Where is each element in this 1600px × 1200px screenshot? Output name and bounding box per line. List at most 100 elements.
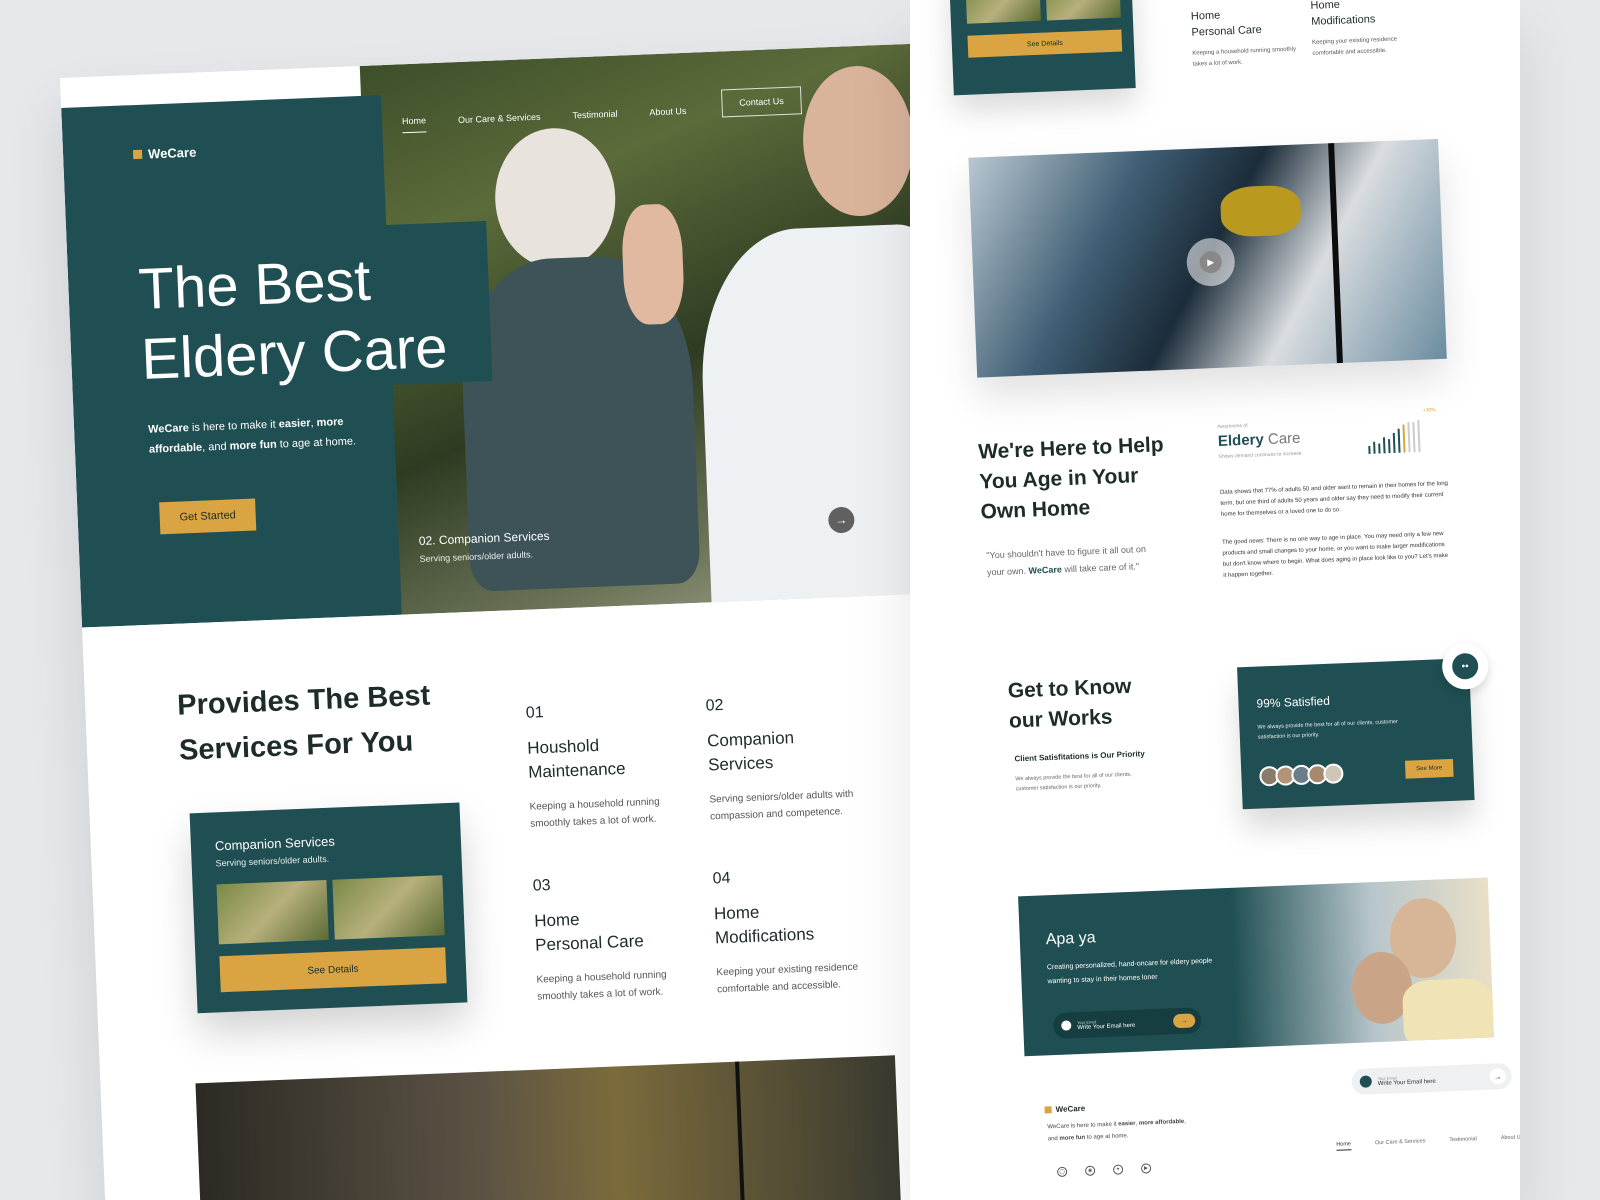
- works-title-line2: our Works: [1008, 705, 1113, 733]
- nav-home[interactable]: Home: [401, 115, 427, 134]
- footer-email-input[interactable]: Your Email Write Your Email here →: [1351, 1062, 1513, 1096]
- service-name-line: Modifications: [1310, 13, 1376, 28]
- card-title: Companion Services: [214, 833, 336, 854]
- nav-services[interactable]: Our Care & Services: [458, 111, 541, 130]
- growth-bars-icon: [1367, 419, 1421, 454]
- satisfaction-card: 99% Satisfied We always provide the best…: [1237, 658, 1475, 810]
- hero-section: WeCare Home Our Care & Services Testimon…: [60, 43, 952, 628]
- service-name-line: Maintenance: [527, 758, 626, 782]
- service-number: 03: [532, 876, 551, 895]
- service-item[interactable]: 03 HomePersonal Care Keeping a household…: [1190, 0, 1303, 71]
- arrow-right-icon[interactable]: →: [1172, 1013, 1196, 1029]
- growth-percent: +30%: [1422, 407, 1436, 414]
- dribbble-icon[interactable]: ◉: [1084, 1165, 1096, 1176]
- see-details-button[interactable]: See Details: [219, 947, 447, 993]
- help-title: We're Here to Help You Age in Your Own H…: [977, 433, 1165, 524]
- services-title: Provides The Best Services For You: [176, 672, 479, 774]
- awareness-stat: Awareness of Eldery Care Shows demand co…: [1217, 421, 1301, 460]
- desc-part: is here to make it: [188, 418, 279, 435]
- newsletter-banner: Apa ya Creating personalized, hand-oncar…: [1018, 877, 1495, 1057]
- satisfaction-desc: We always provide the best for all of ou…: [1257, 719, 1399, 741]
- service-name-line: Personal Care: [534, 931, 645, 955]
- desc-part: to age at home.: [1085, 1133, 1129, 1141]
- card-subtitle: Serving seniors/older adults.: [215, 853, 330, 869]
- avatar: [1322, 763, 1344, 785]
- service-desc: Keeping a household running smoothly tak…: [1192, 46, 1297, 68]
- service-name: Home Personal Care: [1191, 4, 1302, 40]
- logo[interactable]: WeCare: [132, 145, 197, 163]
- service-desc: Keeping a household running smoothly tak…: [536, 969, 667, 1003]
- works-title-line1: Get to Know: [1007, 674, 1132, 703]
- bar: [1378, 443, 1381, 454]
- glove-shape: [1219, 184, 1302, 238]
- service-name-line: Home: [1310, 0, 1341, 12]
- hero-title-line2: Eldery Care: [140, 314, 449, 392]
- contact-us-button[interactable]: Contact Us: [720, 86, 803, 118]
- see-details-button[interactable]: See Details: [967, 29, 1123, 58]
- hero-title: The Best Eldery Care: [137, 240, 522, 395]
- nav-about[interactable]: About Us: [649, 105, 687, 122]
- bar: [1407, 422, 1411, 453]
- banner-title: Apa ya: [1045, 929, 1096, 949]
- elderly-couple-photo: [1318, 888, 1495, 1051]
- service-name-line: Home: [713, 902, 760, 924]
- email-field-text: Your Email Write Your Email here: [1378, 1073, 1436, 1087]
- service-name: Home Modifications: [1310, 0, 1421, 30]
- service-number: 02: [705, 696, 724, 715]
- service-name-line: Services: [707, 752, 774, 775]
- awareness-title: Eldery Care: [1218, 430, 1302, 450]
- desc-bold: more affordable: [1138, 1118, 1185, 1127]
- footer-nav-home[interactable]: Home: [1336, 1141, 1352, 1151]
- video-player[interactable]: ▶: [968, 138, 1447, 378]
- service-desc: Keeping your existing residence comforta…: [716, 961, 859, 996]
- footer-logo[interactable]: WeCare: [1044, 1104, 1085, 1115]
- chat-bubble-icon[interactable]: ••: [1441, 642, 1490, 691]
- companion-services-card-small: See Details: [948, 0, 1136, 96]
- service-name-line: Home: [1190, 9, 1221, 23]
- service-item[interactable]: 01 Houshold Maintenance Keeping a househo…: [526, 698, 691, 832]
- email-input[interactable]: Your Email Write Your Email here →: [1052, 1007, 1202, 1040]
- services-title-line2: Services For You: [178, 725, 414, 767]
- shirt: [1401, 977, 1495, 1051]
- bar: [1412, 422, 1416, 453]
- footer-nav-about[interactable]: About Us: [1501, 1134, 1520, 1144]
- works-description: We always provide the best for all of ou…: [1015, 771, 1132, 793]
- mail-icon: [1061, 1020, 1072, 1031]
- footer-nav-services[interactable]: Our Care & Services: [1375, 1138, 1426, 1149]
- desc-part: to age at home.: [276, 435, 357, 451]
- arrow-right-icon[interactable]: →: [1489, 1067, 1506, 1085]
- bar: [1417, 419, 1421, 452]
- landing-page-continued: See Details 03 HomePersonal Care Keeping…: [910, 0, 1520, 1200]
- service-name-line: Modifications: [714, 924, 815, 948]
- card-photo-2: [1045, 0, 1121, 21]
- mail-icon: [1359, 1075, 1373, 1088]
- bar: [1388, 439, 1391, 454]
- photo-divider: [735, 1061, 746, 1200]
- see-more-button[interactable]: See More: [1404, 758, 1454, 779]
- service-item[interactable]: 04 HomeModifications Keeping your existi…: [1309, 0, 1422, 60]
- nav-testimonial[interactable]: Testimonial: [572, 108, 618, 126]
- twitter-icon[interactable]: ✦: [1112, 1164, 1124, 1175]
- service-number: 04: [712, 869, 731, 888]
- get-started-button[interactable]: Get Started: [159, 498, 257, 535]
- video-divider: [1328, 143, 1343, 364]
- instagram-icon[interactable]: ◯: [1056, 1166, 1068, 1178]
- service-number: 03: [1190, 0, 1300, 1]
- service-item[interactable]: 03 HomePersonal Care Keeping a household…: [532, 871, 697, 1005]
- nurse-head: [800, 63, 917, 219]
- desc-brand: WeCare: [147, 422, 190, 436]
- awareness-label: Awareness of: [1217, 422, 1248, 431]
- logo-mark: [1044, 1106, 1052, 1114]
- play-button[interactable]: ▶: [1185, 237, 1236, 288]
- help-paragraph-2: The good news: There is no one way to ag…: [1221, 531, 1449, 579]
- awareness-sub: Shows demand continues to increase: [1218, 450, 1302, 460]
- email-field-text: Your Email Write Your Email here: [1077, 1017, 1135, 1031]
- bar: [1373, 441, 1376, 454]
- service-item[interactable]: 02 Companion Services Serving seniors/old…: [705, 691, 870, 825]
- service-desc: Serving seniors/older adults with compas…: [709, 788, 854, 823]
- footer-description: WeCare is here to make it easier, more a…: [1047, 1115, 1198, 1145]
- hands: [620, 203, 686, 326]
- footer-nav-testimonial[interactable]: Testimonial: [1449, 1136, 1477, 1146]
- service-item[interactable]: 04 HomeModifications Keeping your existi…: [712, 864, 877, 998]
- youtube-icon[interactable]: ▶: [1140, 1163, 1152, 1174]
